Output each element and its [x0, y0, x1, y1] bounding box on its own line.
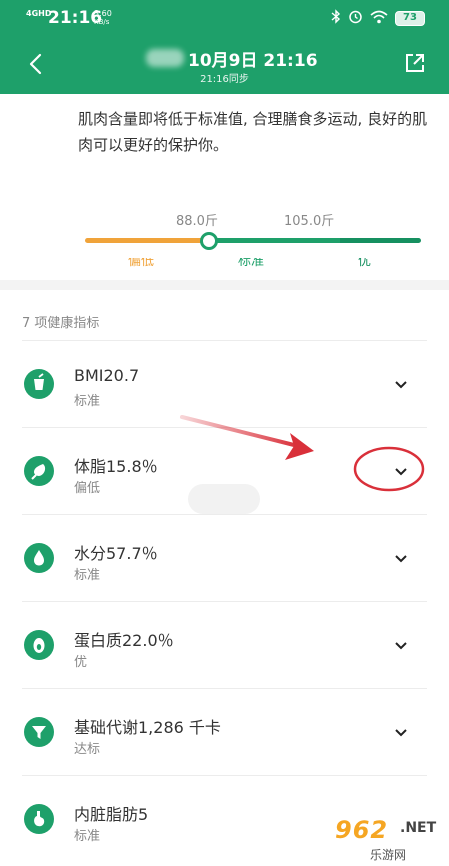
muscle-gauge: [85, 232, 421, 250]
gauge-marker: [200, 232, 219, 250]
gauge-label-high: 优: [358, 258, 372, 268]
section-divider: [0, 280, 449, 290]
metric-row-water[interactable]: 水分57.7％ 标准: [0, 515, 449, 602]
metrics-count-title: 7 项健康指标: [22, 316, 100, 331]
network-speed: 3.60 KB/s: [94, 9, 112, 27]
sync-time: 21:16同步: [200, 74, 249, 85]
metric-status: 偏低: [74, 481, 101, 496]
metric-name: 蛋白质22.0％: [74, 631, 174, 650]
metric-status: 标准: [74, 829, 101, 844]
chevron-down-icon[interactable]: [392, 725, 410, 739]
gauge-high-threshold: 105.0斤: [284, 214, 335, 229]
gauge-label-standard: 标准: [238, 258, 265, 268]
blurred-user-name: [146, 49, 184, 67]
gauge-low-segment: [85, 238, 210, 243]
gauge-high-segment: [340, 238, 421, 243]
watermark-logo: 962: [335, 816, 389, 844]
protein-icon: [24, 630, 54, 660]
chevron-down-icon[interactable]: [392, 638, 410, 652]
advice-text: 肌肉含量即将低于标准值, 合理膳食多运动, 良好的肌肉可以更好的保护你。: [78, 110, 428, 154]
gauge-standard-segment: [210, 238, 340, 243]
wifi-icon: [370, 10, 388, 28]
body-fat-icon: [24, 456, 54, 486]
watermark-subtext: 乐游网: [370, 848, 407, 862]
bluetooth-icon: [331, 9, 341, 28]
chevron-down-icon[interactable]: [392, 551, 410, 565]
metabolism-funnel-icon: [24, 717, 54, 747]
metric-status: 优: [74, 655, 88, 670]
metric-row-metabolism[interactable]: 基础代谢1,286 千卡 达标: [0, 689, 449, 776]
overlay-ghost: [188, 484, 260, 514]
watermark-suffix: .NET: [400, 820, 437, 836]
metric-name: 基础代谢1,286 千卡: [74, 718, 221, 737]
chevron-down-icon[interactable]: [392, 464, 410, 478]
metric-row-protein[interactable]: 蛋白质22.0％ 优: [0, 602, 449, 689]
gauge-label-low: 偏低: [128, 258, 155, 268]
metric-row-bmi[interactable]: BMI20.7 标准: [0, 341, 449, 428]
gauge-low-threshold: 88.0斤: [176, 214, 218, 229]
chevron-down-icon[interactable]: [392, 377, 410, 391]
metric-name: 体脂15.8％: [74, 457, 158, 476]
app-header: 4GHD 21:16 3.60 KB/s 73 10月9日 21:16 21:1…: [0, 0, 449, 94]
metric-status: 标准: [74, 394, 101, 409]
metric-name: 内脏脂肪5: [74, 805, 149, 824]
battery-indicator: 73: [395, 11, 425, 26]
share-icon[interactable]: [404, 52, 426, 74]
metric-status: 标准: [74, 568, 101, 583]
metric-status: 达标: [74, 742, 101, 757]
status-bar: 4GHD 21:16 3.60 KB/s 73: [0, 0, 449, 36]
page-title: 10月9日 21:16: [188, 51, 318, 71]
status-icons: 73: [331, 9, 425, 28]
metric-name: BMI20.7: [74, 366, 140, 385]
water-drop-icon: [24, 543, 54, 573]
bmi-cup-icon: [24, 369, 54, 399]
metric-name: 水分57.7％: [74, 544, 158, 563]
visceral-fat-stomach-icon: [24, 804, 54, 834]
alarm-icon: [348, 9, 363, 28]
